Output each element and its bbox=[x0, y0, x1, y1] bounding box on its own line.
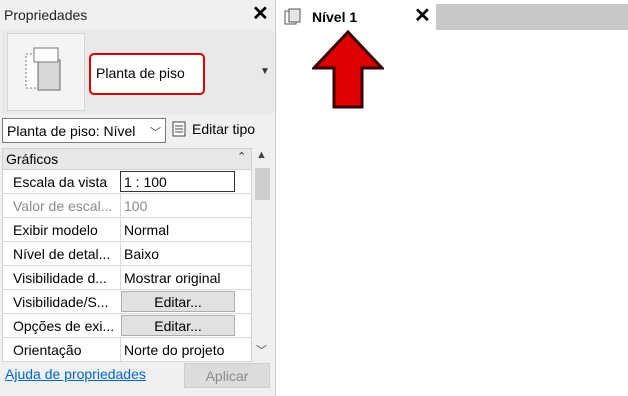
property-name: Opções de exi... bbox=[13, 318, 115, 334]
property-row-detail-level: Nível de detal... Baixo bbox=[3, 242, 251, 266]
tab-label: Nível 1 bbox=[312, 9, 358, 25]
property-row-visibility-graphics: Visibilidade/S... Editar... bbox=[3, 290, 251, 314]
property-row-orientation: Orientação Norte do projeto bbox=[3, 338, 251, 362]
orientation-value[interactable]: Norte do projeto bbox=[120, 338, 235, 361]
type-selector[interactable]: Planta de piso ▼ bbox=[2, 30, 274, 114]
edit-type-button[interactable]: Editar tipo bbox=[172, 121, 255, 137]
scale-value: 100 bbox=[120, 194, 235, 217]
chevron-down-icon: ﹀ bbox=[150, 127, 161, 139]
visibility-graphics-edit-button[interactable]: Editar... bbox=[121, 291, 235, 312]
edit-type-label: Editar tipo bbox=[192, 121, 256, 137]
scroll-down-icon[interactable]: ﹀ bbox=[256, 342, 267, 358]
annotation-arrow-icon bbox=[312, 30, 384, 109]
view-tab-bar: Nível 1 ✕ bbox=[278, 4, 628, 30]
vertical-scrollbar[interactable]: ▲ ﹀ bbox=[252, 148, 272, 362]
property-name: Orientação bbox=[13, 342, 82, 358]
property-name: Nível de detal... bbox=[13, 246, 111, 262]
properties-panel: Propriedades ✕ Planta de piso ▼ Planta d… bbox=[0, 0, 276, 396]
property-name: Visibilidade d... bbox=[13, 270, 107, 286]
floor-plan-icon bbox=[284, 8, 302, 29]
detail-level-value[interactable]: Baixo bbox=[120, 242, 235, 265]
collapse-icon[interactable]: ⌃ bbox=[237, 150, 246, 163]
properties-help-link[interactable]: Ajuda de propriedades bbox=[5, 366, 146, 382]
scroll-thumb[interactable] bbox=[255, 168, 270, 200]
tab-close-icon[interactable]: ✕ bbox=[414, 4, 431, 28]
property-row-display-options: Opções de exi... Editar... bbox=[3, 314, 251, 338]
filter-value: Planta de piso: Nível bbox=[7, 123, 136, 139]
property-name: Valor de escal... bbox=[13, 198, 113, 214]
type-name: Planta de piso bbox=[89, 53, 205, 95]
filter-row: Planta de piso: Nível ﹀ Editar tipo bbox=[2, 118, 274, 144]
panel-close-icon[interactable]: ✕ bbox=[252, 2, 269, 26]
floor-plan-type-icon bbox=[7, 33, 85, 111]
group-label: Gráficos bbox=[6, 151, 59, 167]
display-model-value[interactable]: Normal bbox=[120, 218, 235, 241]
view-scale-input[interactable]: 1 : 100 bbox=[120, 171, 235, 192]
property-row-scale-value: Valor de escal... 100 bbox=[3, 194, 251, 218]
instance-filter-dropdown[interactable]: Planta de piso: Nível ﹀ bbox=[2, 118, 166, 143]
parts-visibility-value[interactable]: Mostrar original bbox=[120, 266, 235, 289]
property-name: Exibir modelo bbox=[13, 222, 98, 238]
property-name: Visibilidade/S... bbox=[13, 294, 109, 310]
panel-title: Propriedades bbox=[4, 7, 88, 23]
display-options-edit-button[interactable]: Editar... bbox=[121, 315, 235, 336]
scroll-up-icon[interactable]: ▲ bbox=[256, 149, 267, 161]
property-name: Escala da vista bbox=[13, 174, 108, 190]
property-row-display-model: Exibir modelo Normal bbox=[3, 218, 251, 242]
type-dropdown-icon[interactable]: ▼ bbox=[260, 66, 270, 77]
group-header-graphics[interactable]: Gráficos ⌃ bbox=[3, 149, 251, 170]
properties-grid: Gráficos ⌃ Escala da vista 1 : 100 Valor… bbox=[2, 148, 252, 362]
apply-button[interactable]: Aplicar bbox=[184, 363, 270, 388]
edit-type-icon bbox=[172, 121, 186, 137]
tab-level-1[interactable]: Nível 1 ✕ bbox=[278, 4, 436, 30]
property-row-parts-visibility: Visibilidade d... Mostrar original bbox=[3, 266, 251, 290]
property-row-view-scale: Escala da vista 1 : 100 bbox=[3, 170, 251, 194]
